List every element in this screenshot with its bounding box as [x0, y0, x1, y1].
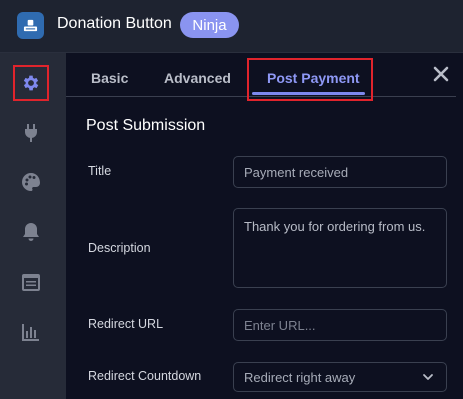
sidebar-item-notifications[interactable]	[13, 214, 49, 250]
app-logo-icon	[17, 12, 44, 39]
chart-icon	[22, 324, 39, 341]
redirect-countdown-select[interactable]: Redirect right away	[233, 362, 447, 392]
plug-icon	[25, 124, 37, 142]
section-title: Post Submission	[86, 117, 206, 134]
bell-icon	[23, 223, 39, 241]
calendar-icon	[22, 274, 40, 291]
tab-highlight-box	[247, 58, 373, 101]
plan-badge: Ninja	[180, 12, 239, 38]
redirect-countdown-value: Redirect right away	[244, 369, 356, 385]
sidebar-item-integrations[interactable]	[13, 115, 49, 151]
tab-advanced[interactable]: Advanced	[164, 70, 231, 86]
redirect-url-input[interactable]: Enter URL...	[233, 309, 447, 341]
title-label: Title	[88, 164, 112, 178]
sidebar	[0, 53, 66, 399]
sidebar-item-settings[interactable]	[13, 65, 49, 101]
app-title: Donation Button	[57, 15, 172, 32]
settings-panel: Basic Advanced Post Payment Post Submiss…	[66, 53, 463, 399]
top-bar: Donation Button Ninja	[0, 0, 463, 53]
title-field-value: Payment received	[244, 164, 349, 180]
description-field[interactable]: Thank you for ordering from us.	[233, 208, 447, 288]
palette-icon	[22, 173, 40, 191]
tab-basic[interactable]: Basic	[91, 70, 128, 86]
title-field[interactable]: Payment received	[233, 156, 447, 188]
chevron-down-icon	[423, 374, 433, 380]
tab-bar: Basic Advanced Post Payment	[66, 53, 456, 101]
redirect-url-placeholder: Enter URL...	[244, 317, 316, 333]
description-field-value: Thank you for ordering from us.	[244, 219, 426, 234]
gear-icon	[23, 75, 39, 91]
sidebar-item-appearance[interactable]	[13, 164, 49, 200]
description-label: Description	[88, 241, 151, 255]
redirect-countdown-label: Redirect Countdown	[88, 369, 202, 383]
sidebar-item-reports[interactable]	[13, 314, 49, 350]
redirect-url-label: Redirect URL	[88, 317, 164, 331]
close-icon[interactable]	[432, 65, 450, 83]
sidebar-item-entries[interactable]	[13, 264, 49, 300]
